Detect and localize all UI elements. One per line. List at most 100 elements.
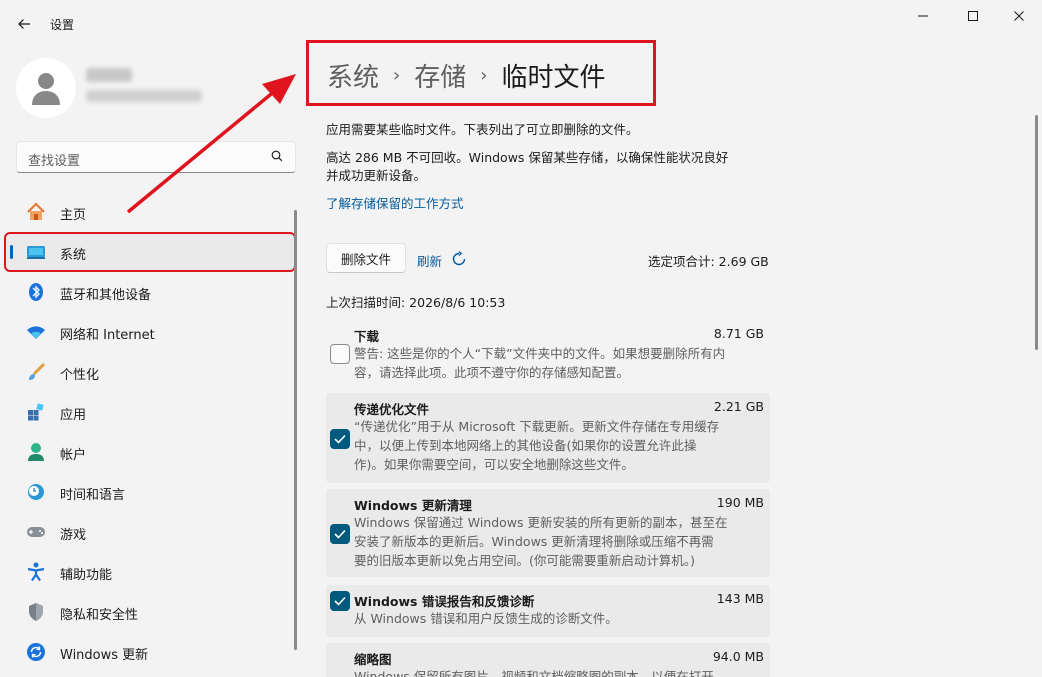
file-item-name: 下载: [354, 329, 380, 344]
system-icon: [26, 242, 46, 262]
shield-icon: [26, 602, 46, 622]
file-item-desc: Windows 保留所有图片、视频和文档缩略图的副本，以便在打开: [354, 667, 764, 677]
file-item-size: 94.0 MB: [712, 649, 764, 664]
desc-line: 作)。如果你需要空间，可以安全地删除这些文件。: [354, 457, 634, 472]
breadcrumb-separator: ›: [393, 65, 401, 86]
checkbox-checked[interactable]: [330, 591, 350, 611]
bluetooth-icon: [26, 282, 46, 302]
minimize-icon: [918, 15, 928, 17]
last-scan-time: 上次扫描时间: 2026/8/6 10:53: [326, 295, 506, 310]
intro-text: 应用需要某些临时文件。下表列出了可立即删除的文件。: [326, 122, 639, 137]
sidebar-item-label: 主页: [60, 208, 87, 223]
file-item-desc: 警告: 这些是你的个人“下载”文件夹中的文件。如果想要删除所有内 容，请选择此项…: [354, 344, 764, 382]
avatar[interactable]: [16, 58, 76, 118]
accessibility-icon: [26, 562, 46, 582]
sidebar-item-label: 蓝牙和其他设备: [60, 288, 152, 303]
delete-files-button[interactable]: 删除文件: [326, 243, 406, 273]
file-item-windows-update-cleanup[interactable]: Windows 更新清理 190 MB Windows 保留通过 Windows…: [326, 489, 770, 577]
search-input[interactable]: 查找设置: [16, 141, 296, 173]
file-item-size: 8.71 GB: [713, 326, 764, 341]
app-title: 设置: [50, 18, 75, 32]
page-title: 临时文件: [501, 63, 606, 93]
home-icon: [26, 202, 46, 222]
sidebar-item-gaming[interactable]: 游戏: [6, 514, 294, 550]
sidebar-item-label: Windows 更新: [60, 648, 149, 663]
sidebar-item-time-language[interactable]: 时间和语言: [6, 474, 294, 510]
sidebar-item-windows-update[interactable]: Windows 更新: [6, 634, 294, 670]
breadcrumb: 系统 › 存储 › 临时文件: [327, 57, 605, 94]
sidebar-item-apps[interactable]: 应用: [6, 394, 294, 430]
sidebar-item-bluetooth[interactable]: 蓝牙和其他设备: [6, 274, 294, 310]
refresh-icon[interactable]: [450, 250, 468, 272]
file-item-desc: “传递优化”用于从 Microsoft 下载更新。更新文件存储在专用缓存 中，以…: [354, 417, 764, 474]
sidebar-item-accessibility[interactable]: 辅助功能: [6, 554, 294, 590]
file-item-name: 缩略图: [354, 652, 392, 667]
sidebar-item-label: 游戏: [60, 528, 87, 543]
reserved-text-line1: 高达 286 MB 不可回收。Windows 保留某些存储，以确保性能状况良好: [326, 150, 729, 165]
breadcrumb-separator: ›: [480, 65, 488, 86]
close-icon: [1014, 11, 1024, 21]
search-icon[interactable]: [271, 150, 283, 166]
close-button[interactable]: [996, 4, 1042, 28]
refresh-link[interactable]: 刷新: [417, 251, 442, 270]
sidebar-item-accounts[interactable]: 帐户: [6, 434, 294, 470]
sidebar-item-network[interactable]: 网络和 Internet: [6, 314, 294, 350]
desc-line: 警告: 这些是你的个人“下载”文件夹中的文件。如果想要删除所有内: [354, 346, 726, 361]
sidebar: 查找设置 主页 系统 蓝牙和其他设备 网络和 Internet 个性化 应用 帐…: [0, 48, 300, 677]
user-icon: [32, 73, 60, 105]
sidebar-item-label: 隐私和安全性: [60, 608, 139, 623]
sidebar-item-privacy[interactable]: 隐私和安全性: [6, 594, 294, 630]
file-item-delivery-optimization[interactable]: 传递优化文件 2.21 GB “传递优化”用于从 Microsoft 下载更新。…: [326, 393, 770, 483]
breadcrumb-highlight: 系统 › 存储 › 临时文件: [306, 40, 656, 106]
sidebar-item-label: 系统: [60, 248, 87, 263]
sidebar-item-label: 辅助功能: [60, 568, 113, 583]
breadcrumb-item-system[interactable]: 系统: [327, 57, 379, 94]
checkmark-icon: [334, 529, 346, 539]
checkmark-icon: [334, 434, 346, 444]
desc-line: 安装了新版本的更新后。Windows 更新清理将删除或压缩不再需: [354, 534, 714, 549]
sidebar-item-label: 个性化: [60, 368, 100, 383]
file-item-size: 2.21 GB: [713, 399, 764, 414]
checkbox-unchecked[interactable]: [330, 344, 350, 364]
file-item-thumbnails[interactable]: 缩略图 94.0 MB Windows 保留所有图片、视频和文档缩略图的副本，以…: [326, 643, 770, 677]
reserved-text-line2: 并成功更新设备。: [326, 168, 427, 183]
brush-icon: [26, 362, 46, 382]
sidebar-scrollbar[interactable]: [294, 210, 297, 650]
account-icon: [26, 442, 46, 462]
file-item-size: 190 MB: [716, 495, 764, 510]
sidebar-item-label: 时间和语言: [60, 488, 126, 503]
checkbox-checked[interactable]: [330, 524, 350, 544]
checkbox-checked[interactable]: [330, 429, 350, 449]
apps-icon: [26, 402, 46, 422]
file-item-downloads[interactable]: 下载 8.71 GB 警告: 这些是你的个人“下载”文件夹中的文件。如果想要删除…: [326, 320, 770, 386]
sidebar-item-label: 网络和 Internet: [60, 328, 155, 343]
sidebar-item-personalization[interactable]: 个性化: [6, 354, 294, 390]
desc-line: “传递优化”用于从 Microsoft 下载更新。更新文件存储在专用缓存: [354, 419, 720, 434]
breadcrumb-item-storage[interactable]: 存储: [414, 57, 466, 94]
file-item-name: 传递优化文件: [354, 402, 430, 417]
maximize-icon: [968, 11, 978, 21]
back-button[interactable]: [10, 10, 38, 38]
file-item-error-reports[interactable]: Windows 错误报告和反馈诊断 143 MB 从 Windows 错误和用户…: [326, 585, 770, 637]
learn-more-link[interactable]: 了解存储保留的工作方式: [326, 195, 464, 213]
gamepad-icon: [26, 522, 46, 542]
desc-line: Windows 保留通过 Windows 更新安装的所有更新的副本，甚至在: [354, 515, 728, 530]
file-item-size: 143 MB: [716, 591, 764, 606]
sidebar-item-label: 帐户: [60, 448, 87, 463]
sidebar-item-home[interactable]: 主页: [6, 194, 294, 230]
clock-globe-icon: [26, 482, 46, 502]
desc-line: 容，请选择此项。此项不遵守你的存储感知配置。: [354, 365, 630, 380]
content-scrollbar[interactable]: [1035, 115, 1038, 350]
file-item-desc: Windows 保留通过 Windows 更新安装的所有更新的副本，甚至在 安装…: [354, 513, 764, 570]
desc-line: 从 Windows 错误和用户反馈生成的诊断文件。: [354, 611, 618, 626]
file-item-name: Windows 更新清理: [354, 498, 472, 513]
maximize-button[interactable]: [950, 4, 996, 28]
back-arrow-icon: [18, 19, 30, 29]
checkmark-icon: [334, 596, 346, 606]
desc-line: 中，以便上传到本地网络上的其他设备(如果你的设置允许此操: [354, 438, 697, 453]
total-selected: 选定项合计: 2.69 GB: [648, 254, 769, 269]
minimize-button[interactable]: [900, 4, 946, 28]
user-email-blurred: [86, 90, 202, 102]
sidebar-item-system[interactable]: 系统: [4, 232, 296, 272]
wifi-icon: [26, 322, 46, 342]
